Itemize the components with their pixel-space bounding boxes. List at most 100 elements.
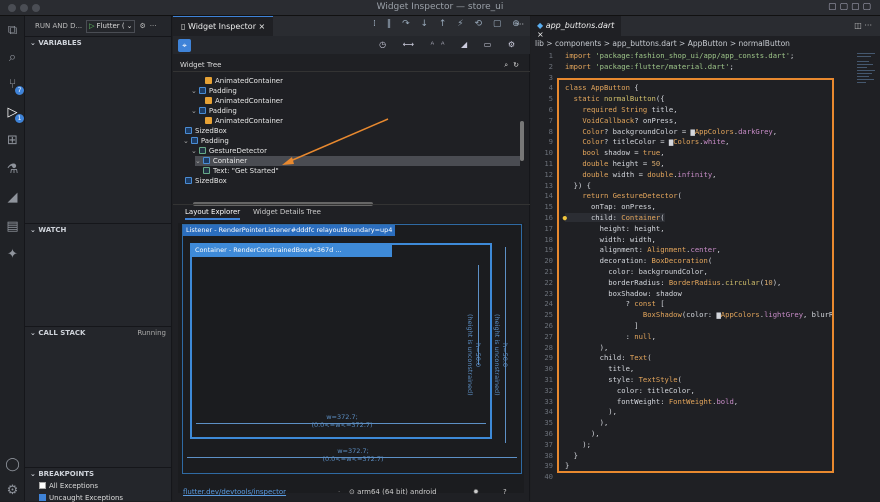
tree-node[interactable]: SizedBox bbox=[183, 126, 227, 136]
chevron-down-icon[interactable]: ⌄ bbox=[195, 157, 201, 165]
help-icon[interactable]: ? bbox=[503, 484, 507, 501]
breadcrumb[interactable]: lib > components > app_buttons.dart > Ap… bbox=[535, 39, 790, 48]
variables-section[interactable]: ⌄ VARIABLES bbox=[25, 36, 172, 49]
device-label[interactable]: ⊙ arm64 (64 bit) android bbox=[349, 484, 437, 501]
checkbox-checked[interactable] bbox=[39, 494, 46, 501]
code-editor: ◆ app_buttons.dart × ◫ ··· lib > compone… bbox=[531, 16, 880, 501]
tree-node[interactable]: ⌄ Padding bbox=[191, 86, 237, 96]
line-number: 37 bbox=[544, 439, 553, 449]
line-number: 17 bbox=[544, 223, 553, 233]
start-debug-icon[interactable]: ▷ bbox=[89, 22, 94, 30]
code-line[interactable]: import 'package:flutter/material.dart'; bbox=[565, 62, 734, 71]
debug-sidebar: RUN AND D... ▷ Flutter (⌄ ⚙ ··· ⌄ VARIABL… bbox=[25, 16, 172, 502]
tree-node-label: SizedBox bbox=[195, 177, 227, 185]
tab-app-buttons[interactable]: ◆ app_buttons.dart × bbox=[531, 16, 621, 39]
line-number: 26 bbox=[544, 321, 553, 330]
tree-node-label: GestureDetector bbox=[208, 147, 267, 155]
call-stack-status: Running bbox=[137, 329, 166, 337]
line-number: 22 bbox=[544, 277, 553, 287]
inspector-tab-bar: ▯ Widget Inspector × ⁞ ‖ ↷ ↓ ↑ ⚡ ⟲ ▢ ⊕ ·… bbox=[173, 16, 530, 36]
gear-icon[interactable]: ⚙ bbox=[139, 22, 145, 30]
outer-render-box[interactable]: Listener - RenderPointerListener#dddfc r… bbox=[182, 224, 522, 474]
chevron-down-icon[interactable]: ⌄ bbox=[191, 87, 197, 95]
watch-section[interactable]: ⌄ WATCH bbox=[25, 223, 172, 236]
tab-widget-inspector[interactable]: ▯ Widget Inspector × bbox=[173, 16, 273, 36]
tree-node[interactable]: AnimatedContainer bbox=[203, 76, 283, 86]
breakpoints-section[interactable]: ⌄ BREAKPOINTS bbox=[25, 467, 172, 480]
line-number: 3 bbox=[548, 72, 553, 82]
chevron-down-icon[interactable]: ⌄ bbox=[191, 107, 197, 115]
extensions-icon[interactable]: ⊞ bbox=[4, 132, 21, 149]
line-number: 29 bbox=[544, 353, 553, 363]
account-icon[interactable]: ◯ bbox=[4, 456, 21, 473]
widget-icon bbox=[205, 97, 212, 104]
checkbox[interactable] bbox=[39, 482, 46, 489]
refresh-icon[interactable]: ↻ bbox=[513, 61, 524, 69]
line-number: 15 bbox=[544, 202, 553, 212]
tab-label: Widget Inspector bbox=[187, 22, 256, 31]
bp-all-exceptions[interactable]: All Exceptions bbox=[39, 482, 98, 490]
testing-icon[interactable]: ⚗ bbox=[4, 161, 21, 178]
tree-node[interactable]: AnimatedContainer bbox=[203, 96, 283, 106]
close-icon[interactable]: × bbox=[537, 30, 544, 39]
launch-config-select[interactable]: ▷ Flutter (⌄ bbox=[86, 19, 136, 33]
line-number: 21 bbox=[544, 267, 553, 276]
minimap[interactable] bbox=[857, 51, 879, 141]
widget-icon bbox=[202, 157, 210, 164]
settings-gear-icon[interactable]: ⚙ bbox=[4, 482, 21, 499]
tab-label: app_buttons.dart bbox=[545, 21, 615, 30]
tree-node[interactable]: ⌄ GestureDetector bbox=[191, 146, 267, 156]
chevron-down-icon[interactable]: ⌄ bbox=[183, 137, 189, 145]
outer-render-header: Listener - RenderPointerListener#dddfc r… bbox=[183, 225, 396, 236]
line-number: 28 bbox=[544, 342, 553, 352]
explorer-icon[interactable]: ⧉ bbox=[4, 22, 21, 39]
tab-layout-explorer[interactable]: Layout Explorer bbox=[185, 208, 241, 220]
close-icon[interactable]: × bbox=[259, 22, 266, 31]
widget-icon bbox=[185, 177, 192, 184]
inner-render-header: Container - RenderConstrainedBox#c367d .… bbox=[192, 245, 392, 257]
line-number: 13 bbox=[544, 180, 553, 190]
tab-widget-details[interactable]: Widget Details Tree bbox=[253, 208, 321, 216]
layout-toggle-icons[interactable]: ▢▢▢▢ bbox=[828, 2, 874, 12]
widget-icon bbox=[198, 147, 206, 154]
tree-node-label: Padding bbox=[200, 137, 229, 145]
widget-icon bbox=[205, 77, 212, 84]
run-debug-icon[interactable]: ▷ 1 bbox=[4, 104, 24, 123]
notes-icon[interactable]: ▤ bbox=[4, 218, 21, 235]
tree-node[interactable]: ⌄ Padding bbox=[183, 136, 229, 146]
variables-title: VARIABLES bbox=[38, 39, 82, 47]
inner-render-box[interactable]: Container - RenderConstrainedBox#c367d .… bbox=[190, 243, 492, 439]
widget-inspector-panel: ▯ Widget Inspector × ⁞ ‖ ↷ ↓ ↑ ⚡ ⟲ ▢ ⊕ ·… bbox=[173, 16, 530, 501]
tree-node-label: Padding bbox=[208, 87, 237, 95]
window-title: Widget Inspector — store_ui bbox=[376, 2, 504, 12]
search-icon[interactable]: ⌕ bbox=[504, 61, 513, 69]
split-editor-icon[interactable]: ◫ ··· bbox=[854, 21, 872, 30]
call-stack-section[interactable]: ⌄ CALL STACK Running bbox=[25, 326, 172, 339]
more-icon[interactable]: ··· bbox=[516, 20, 524, 29]
title-bar: Widget Inspector — store_ui ▢▢▢▢ bbox=[0, 0, 880, 16]
flutter-icon[interactable]: ◢ bbox=[4, 189, 21, 206]
devtools-link[interactable]: flutter.dev/devtools/inspector bbox=[183, 484, 286, 501]
source-control-icon[interactable]: ⑂ 7 bbox=[4, 76, 24, 95]
line-number: 35 bbox=[544, 418, 553, 428]
python-icon[interactable]: ✦ bbox=[4, 246, 21, 263]
line-number: 20 bbox=[544, 256, 553, 266]
more-icon[interactable]: ··· bbox=[150, 22, 157, 30]
bug-icon[interactable]: ✹ bbox=[473, 484, 479, 501]
annotation-arrow bbox=[282, 118, 389, 165]
search-icon[interactable]: ⌕ bbox=[4, 49, 21, 66]
dot-separator: · bbox=[338, 488, 341, 496]
chevron-down-icon[interactable]: ⌄ bbox=[191, 147, 197, 155]
tree-scrollbar[interactable] bbox=[520, 121, 524, 161]
tree-node[interactable]: SizedBox bbox=[183, 176, 227, 186]
inspector-tools[interactable]: ◷ ⟷ ᴬᴬ ◢ ▭ ⚙ bbox=[379, 40, 522, 49]
code-line[interactable]: import 'package:fashion_shop_ui/app/app_… bbox=[565, 51, 794, 60]
line-number: 32 bbox=[544, 385, 553, 395]
tree-node[interactable]: ⌄ Padding bbox=[191, 106, 237, 116]
select-widget-button[interactable]: ⌖ bbox=[178, 39, 191, 52]
line-number: 24 bbox=[544, 299, 553, 309]
inner-height-label: h=50.0 (height is unconstrained) bbox=[466, 314, 482, 396]
tree-node[interactable]: AnimatedContainer bbox=[203, 116, 283, 126]
tree-node[interactable]: Text: "Get Started" bbox=[201, 166, 279, 176]
debug-toolbar[interactable]: ⁞ ‖ ↷ ↓ ↑ ⚡ ⟲ ▢ ⊕ bbox=[373, 19, 524, 29]
